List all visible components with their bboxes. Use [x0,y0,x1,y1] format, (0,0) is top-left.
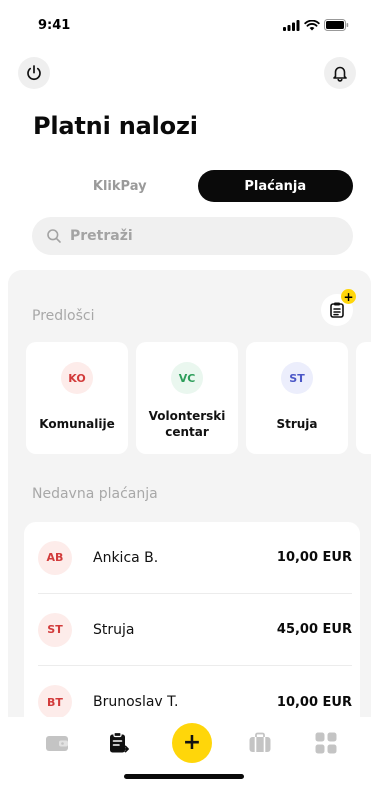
add-template-button[interactable]: + [321,289,356,326]
payee-avatar: BT [38,685,72,717]
payee-avatar: AB [38,540,72,575]
clipboard-add-icon [330,302,344,318]
tab-more[interactable] [306,723,346,763]
payee-name: Struja [93,621,135,638]
template-avatar: KO [61,362,93,394]
tab-briefcase[interactable] [240,723,280,763]
wallet-icon [46,736,68,751]
grid-icon [315,732,337,754]
templates-section-title: Predlošci [32,308,95,324]
battery-icon [324,19,349,31]
power-icon [27,65,41,81]
payee-name: Ankica B. [93,549,159,566]
template-card-partial[interactable] [356,342,371,454]
payment-amount: 45,00 EUR [276,622,352,637]
tab-placanja[interactable]: Plaćanja [197,170,353,202]
status-icons [283,19,349,31]
payee-avatar: ST [38,612,72,647]
template-card-komunalije[interactable]: KO Komunalije [26,342,128,454]
template-card-volonterski-centar[interactable]: VC Volonterski centar [136,342,238,454]
template-card-struja[interactable]: ST Struja [246,342,348,454]
recent-payments-list: AB Ankica B. 10,00 EUR ST Struja 45,00 E… [24,522,360,717]
bottom-tab-bar: + [0,717,371,787]
templates-carousel[interactable]: KO Komunalije VC Volonterski centar ST S… [26,342,371,454]
template-label: Komunalije [39,417,115,431]
template-label: Volonterski centar [148,409,226,439]
bell-icon [333,66,347,82]
search-input[interactable]: Pretraži [32,217,353,255]
status-time: 9:41 [38,17,71,33]
template-label: Struja [276,417,318,431]
payee-name: Brunoslav T. [93,694,179,710]
notifications-button[interactable] [324,57,356,89]
payment-amount: 10,00 EUR [276,550,352,565]
payment-orders-icon [110,731,129,753]
status-bar: 9:41 [0,0,371,50]
add-template-badge: + [341,289,356,304]
recent-payments-title: Nedavna plaćanja [32,486,158,502]
page-title: Platni nalozi [33,112,198,140]
tab-klikpay[interactable]: KlikPay [42,170,198,202]
cellular-icon [283,19,300,31]
wifi-icon [304,19,320,30]
template-avatar: ST [281,362,313,394]
briefcase-icon [249,732,271,752]
tab-wallet[interactable] [37,723,77,763]
recent-payment-row[interactable]: ST Struja 45,00 EUR [38,594,352,666]
payment-type-tabs: KlikPay Plaćanja [42,170,353,202]
payment-amount: 10,00 EUR [276,694,352,710]
search-icon [47,229,61,243]
power-button[interactable] [18,57,50,89]
recent-payment-row[interactable]: BT Brunoslav T. 10,00 EUR [38,666,352,717]
add-button[interactable]: + [172,723,212,763]
add-icon: + [182,730,202,755]
recent-payment-row[interactable]: AB Ankica B. 10,00 EUR [38,522,352,594]
home-indicator [124,774,244,779]
search-placeholder: Pretraži [70,228,133,244]
template-avatar: VC [171,362,203,394]
content-area: Predlošci + KO Komunalije VC Volonterski… [8,270,371,717]
tab-payment-orders[interactable] [99,723,139,763]
